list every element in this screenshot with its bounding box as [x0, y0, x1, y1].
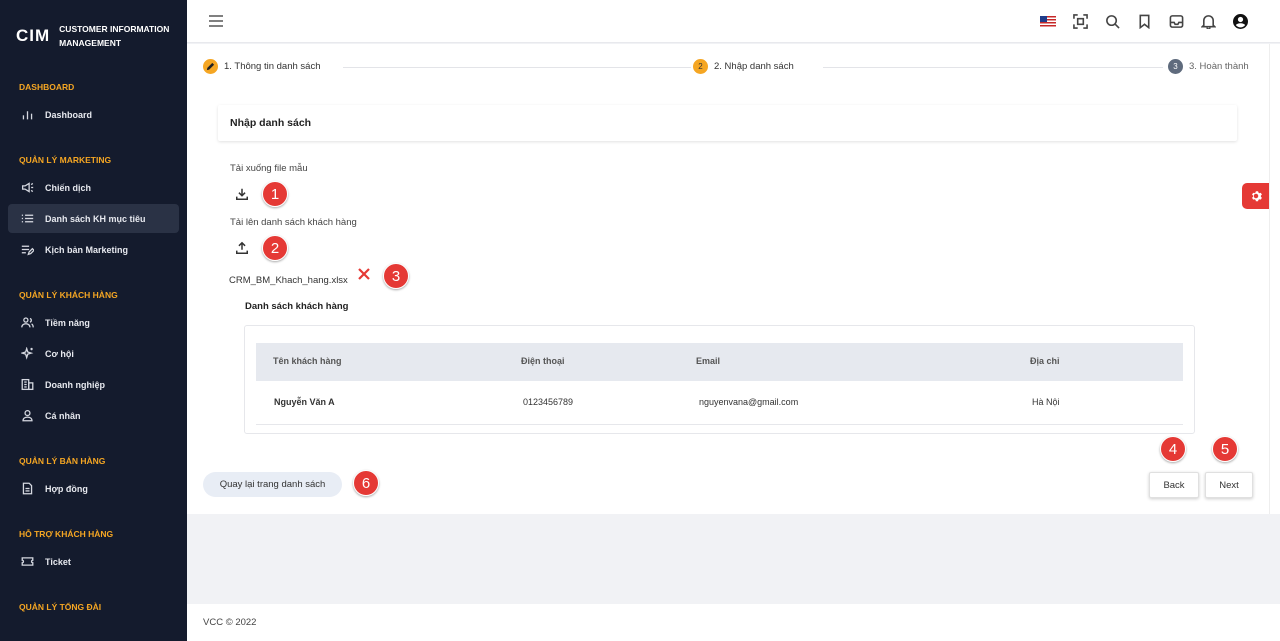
step-3[interactable]: 3 3. Hoàn thành [1168, 59, 1255, 74]
upload-label: Tải lên danh sách khách hàng [230, 217, 357, 228]
sidebar-item-label: Dashboard [45, 109, 93, 120]
sidebar-item-dashboard[interactable]: Dashboard [8, 100, 179, 129]
sidebar-section-ban-hang: QUẢN LÝ BÁN HÀNG [19, 456, 106, 466]
cell-address: Hà Nội [1032, 397, 1060, 407]
sidebar-item-label: Doanh nghiệp [45, 379, 105, 390]
step-label: 2. Nhập danh sách [714, 61, 794, 72]
annotation-badge-2: 2 [262, 235, 288, 261]
ticket-icon [19, 554, 35, 570]
sidebar-section-dashboard: DASHBOARD [19, 82, 75, 92]
sidebar-section-ho-tro: HỖ TRỢ KHÁCH HÀNG [19, 529, 114, 539]
sidebar-item-label: Cơ hội [45, 348, 74, 359]
stepper-line [823, 67, 1163, 68]
topbar-actions [1026, 11, 1250, 31]
pencil-icon [203, 59, 218, 74]
upload-icon[interactable] [233, 239, 251, 257]
sidebar-item-label: Cá nhân [45, 410, 81, 421]
sidebar-item-kich-ban[interactable]: Kịch bản Marketing [8, 235, 179, 264]
account-icon[interactable] [1230, 11, 1250, 31]
bar-chart-icon [19, 107, 35, 123]
annotation-badge-4: 4 [1160, 436, 1186, 462]
topbar [187, 0, 1280, 43]
user-icon [19, 408, 35, 424]
next-button[interactable]: Next [1205, 472, 1253, 498]
sidebar-item-label: Chiến dịch [45, 182, 92, 193]
footer-copyright: VCC © 2022 [203, 617, 257, 628]
table-header: Tên khách hàng Điện thoại Email Địa chỉ [256, 343, 1183, 381]
annotation-badge-6: 6 [353, 470, 379, 496]
sidebar-item-co-hoi[interactable]: Cơ hội [8, 339, 179, 368]
sidebar-item-ca-nhan[interactable]: Cá nhân [8, 401, 179, 430]
sidebar-item-label: Danh sách KH mục tiêu [45, 213, 146, 224]
remove-file-icon[interactable] [358, 267, 372, 281]
annotation-badge-1: 1 [262, 181, 288, 207]
table-row[interactable]: Nguyễn Văn A 0123456789 nguyenvana@gmail… [256, 381, 1183, 425]
sidebar-item-label: Ticket [45, 556, 71, 567]
sidebar-item-tiem-nang[interactable]: Tiềm năng [8, 308, 179, 337]
download-label: Tải xuống file mẫu [230, 163, 308, 174]
back-to-list-button[interactable]: Quay lại trang danh sách [203, 472, 342, 497]
logo-mark: CIM [16, 26, 51, 45]
column-header: Tên khách hàng [273, 356, 342, 366]
inbox-icon[interactable] [1166, 11, 1186, 31]
users-icon [19, 315, 35, 331]
document-icon [19, 481, 35, 497]
cell-name: Nguyễn Văn A [274, 397, 335, 407]
sidebar-item-chien-dich[interactable]: Chiến dịch [8, 173, 179, 202]
customer-table: Tên khách hàng Điện thoại Email Địa chỉ … [244, 325, 1195, 434]
sidebar-item-danh-sach-kh[interactable]: Danh sách KH mục tiêu [8, 204, 179, 233]
playlist-edit-icon [19, 242, 35, 258]
logo-text: CUSTOMER INFORMATION MANAGEMENT [59, 24, 170, 48]
step-number: 3 [1168, 59, 1183, 74]
sidebar-item-ticket[interactable]: Ticket [8, 547, 179, 576]
sidebar-item-label: Kịch bản Marketing [45, 244, 129, 255]
column-header: Địa chỉ [1030, 356, 1060, 366]
sidebar-item-doanh-nghiep[interactable]: Doanh nghiệp [8, 370, 179, 399]
annotation-badge-3: 3 [383, 263, 409, 289]
sidebar-item-label: Hợp đồng [45, 483, 88, 494]
search-icon[interactable] [1102, 11, 1122, 31]
settings-gear-icon[interactable] [1242, 183, 1269, 209]
megaphone-icon [19, 180, 35, 196]
section-title: Nhập danh sách [218, 105, 1237, 141]
main-content: 1. Thông tin danh sách 2 2. Nhập danh sá… [187, 44, 1269, 514]
building-icon [19, 377, 35, 393]
annotation-badge-5: 5 [1212, 436, 1238, 462]
list-icon [19, 211, 35, 227]
menu-icon[interactable] [209, 14, 223, 32]
cell-phone: 0123456789 [523, 397, 574, 407]
sidebar-section-tong-dai: QUẢN LÝ TỔNG ĐÀI [19, 602, 102, 612]
bookmark-icon[interactable] [1134, 11, 1154, 31]
sidebar-item-label: Tiềm năng [45, 317, 90, 328]
stepper: 1. Thông tin danh sách 2 2. Nhập danh sá… [203, 59, 1256, 75]
column-header: Email [696, 356, 721, 366]
fullscreen-icon[interactable] [1070, 11, 1090, 31]
step-2[interactable]: 2 2. Nhập danh sách [693, 59, 800, 74]
step-label: 1. Thông tin danh sách [224, 61, 321, 72]
download-icon[interactable] [233, 185, 251, 203]
cell-email: nguyenvana@gmail.com [699, 397, 799, 407]
sidebar-section-marketing: QUẢN LÝ MARKETING [19, 155, 112, 165]
app-logo[interactable]: CIM CUSTOMER INFORMATION MANAGEMENT [0, 0, 187, 72]
step-label: 3. Hoàn thành [1189, 61, 1249, 72]
step-1[interactable]: 1. Thông tin danh sách [203, 59, 327, 74]
bell-icon[interactable] [1198, 11, 1218, 31]
vertical-scrollbar[interactable] [1269, 44, 1280, 514]
table-title: Danh sách khách hàng [245, 301, 349, 312]
uploaded-file-name: CRM_BM_Khach_hang.xlsx [229, 275, 348, 286]
step-number: 2 [693, 59, 708, 74]
back-button[interactable]: Back [1149, 472, 1199, 498]
sidebar-section-khach-hang: QUẢN LÝ KHÁCH HÀNG [19, 290, 118, 300]
us-flag-icon[interactable] [1038, 11, 1058, 31]
column-header: Điện thoại [521, 356, 565, 366]
stepper-line [343, 67, 691, 68]
sparkle-icon [19, 346, 35, 362]
sidebar: CIM CUSTOMER INFORMATION MANAGEMENT DASH… [0, 0, 187, 641]
sidebar-item-hop-dong[interactable]: Hợp đồng [8, 474, 179, 503]
footer: VCC © 2022 [187, 604, 1280, 641]
